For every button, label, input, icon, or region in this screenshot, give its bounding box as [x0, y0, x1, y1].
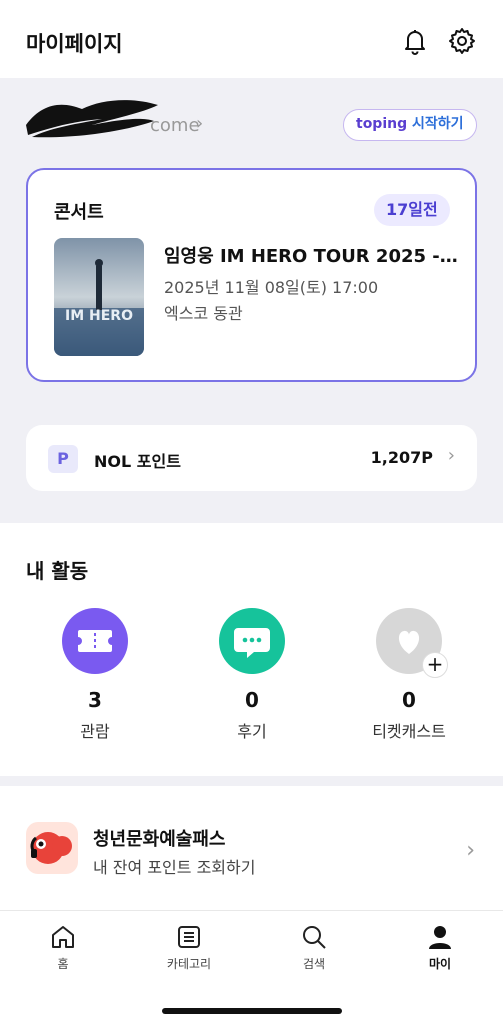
activity-viewed[interactable]: 3 관람: [30, 608, 160, 748]
home-icon: [52, 926, 74, 948]
points-p-icon: P: [48, 445, 78, 473]
chevron-right-icon: ›: [447, 445, 455, 466]
page-title: 마이페이지: [26, 32, 123, 56]
toping-start-button[interactable]: toping 시작하기: [343, 109, 477, 141]
gear-icon[interactable]: [447, 26, 477, 56]
tab-category[interactable]: 카테고리: [139, 923, 239, 972]
chevron-right-icon[interactable]: ›: [196, 113, 203, 134]
toping-button-label: 시작하기: [407, 116, 464, 132]
tab-search[interactable]: 검색: [264, 923, 364, 972]
redaction-scribble: [26, 100, 158, 138]
activity-ticketcast[interactable]: + 0 티켓캐스트: [344, 608, 474, 748]
culture-pass-title: 청년문화예술패스: [93, 829, 226, 850]
add-badge-icon: +: [422, 652, 448, 678]
bell-icon[interactable]: [400, 26, 430, 56]
activity-reviews[interactable]: 0 후기: [187, 608, 317, 748]
toping-brand-label: toping: [356, 116, 408, 132]
points-label: NOL 포인트: [94, 452, 181, 471]
welcome-text[interactable]: come: [150, 115, 200, 136]
dday-badge: 17일전: [374, 194, 450, 226]
ticket-icon[interactable]: [62, 608, 128, 674]
tab-my[interactable]: 마이: [390, 923, 490, 972]
activity-count: 0: [245, 688, 259, 712]
section-divider: [0, 776, 503, 786]
tab-label: 검색: [302, 957, 326, 971]
tab-label: 홈: [57, 957, 69, 971]
activity-count: 3: [88, 688, 102, 712]
concert-title: 임영웅 IM HERO TOUR 2025 - 고양: [164, 246, 464, 267]
tab-label: 카테고리: [166, 957, 212, 971]
concert-category-label: 콘서트: [54, 202, 104, 223]
list-icon: [178, 926, 200, 948]
activity-section-title: 내 활동: [26, 559, 89, 583]
concert-datetime: 2025년 11월 08일(토) 17:00: [164, 278, 379, 297]
culture-pass-subtitle: 내 잔여 포인트 조회하기: [93, 858, 256, 877]
heart-icon[interactable]: +: [376, 608, 448, 678]
activity-label: 후기: [237, 722, 267, 741]
culture-pass-logo: [26, 822, 78, 874]
upcoming-concert-card[interactable]: 콘서트 17일전 IM HERO 임영웅 IM HERO TOUR 2025 -…: [26, 168, 477, 382]
activity-label: 티켓캐스트: [372, 722, 446, 741]
tab-label: 마이: [428, 957, 452, 971]
app-header: 마이페이지: [0, 0, 503, 78]
activity-count: 0: [402, 688, 416, 712]
search-icon: [303, 926, 326, 949]
tab-home[interactable]: 홈: [13, 923, 113, 972]
nol-points-card[interactable]: P NOL 포인트 1,207P ›: [26, 425, 477, 491]
points-value: 1,207P: [370, 448, 433, 467]
profile-row[interactable]: come › toping 시작하기: [22, 95, 482, 155]
home-indicator: [162, 1008, 342, 1014]
poster-title-text: IM HERO: [65, 308, 133, 324]
chevron-right-icon: ›: [466, 838, 475, 863]
chat-bubble-icon[interactable]: [219, 608, 285, 674]
culture-pass-row[interactable]: 청년문화예술패스 내 잔여 포인트 조회하기 ›: [0, 800, 503, 900]
person-icon: [429, 926, 451, 949]
bottom-tab-bar: 홈 카테고리 검색 마이: [0, 910, 503, 1024]
concert-venue: 엑스코 동관: [164, 304, 243, 323]
concert-poster: IM HERO: [54, 238, 144, 356]
activity-label: 관람: [80, 722, 110, 741]
